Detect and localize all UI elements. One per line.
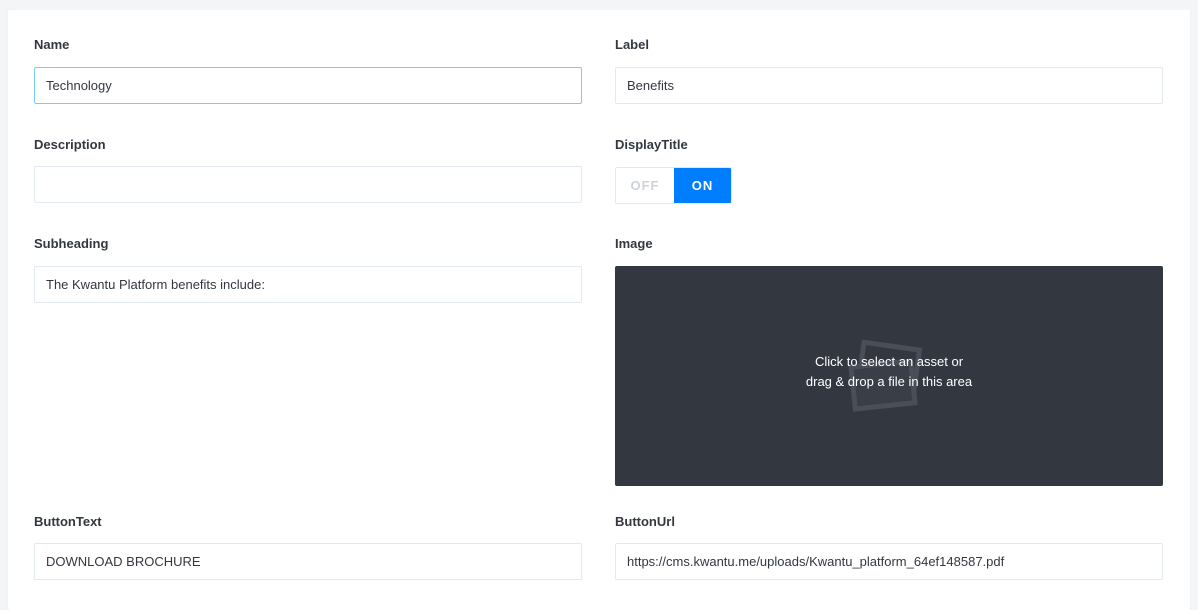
name-input[interactable] [34,67,582,104]
label-input[interactable] [615,67,1163,104]
button-text-input[interactable] [34,543,582,580]
display-title-label: DisplayTitle [615,137,688,152]
field-description: Description [34,136,582,206]
toggle-on-option[interactable]: ON [674,168,731,203]
subheading-input[interactable] [34,266,582,303]
field-subheading: Subheading [34,235,582,305]
dropzone-prompt-line2: drag & drop a file in this area [805,374,973,389]
field-button-text: ButtonText [34,513,582,583]
name-label: Name [34,37,70,52]
field-image: Image Click to select an asset or drag &… [615,235,1163,487]
label-label: Label [615,37,649,52]
description-input[interactable] [34,166,582,203]
dropzone-prompt: Click to select an asset or drag & drop … [615,352,1163,392]
toggle-off-option[interactable]: OFF [616,168,674,203]
field-label: Label [615,36,1163,106]
dropzone-prompt-line1: Click to select an asset or [814,354,964,369]
field-display-title: DisplayTitle OFF ON [615,136,1163,206]
subheading-label: Subheading [34,236,109,251]
button-url-input[interactable] [615,543,1163,580]
display-title-toggle[interactable]: OFF ON [615,167,732,204]
content-form: Name Label Description DisplayTitle OFF … [8,10,1190,610]
image-dropzone[interactable]: Click to select an asset or drag & drop … [615,266,1163,486]
description-label: Description [34,137,106,152]
image-label: Image [615,236,653,251]
button-text-label: ButtonText [34,514,102,529]
field-name: Name [34,36,582,106]
button-url-label: ButtonUrl [615,514,675,529]
field-button-url: ButtonUrl [615,513,1163,583]
